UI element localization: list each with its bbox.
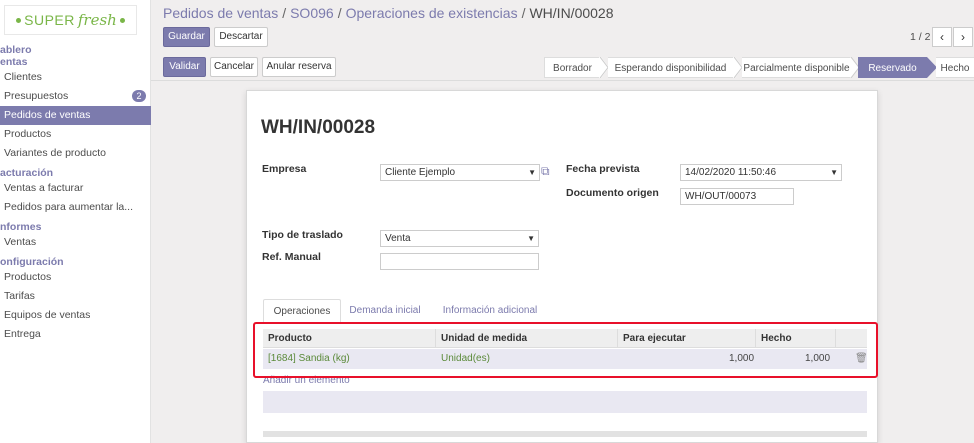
pager-next-button[interactable]: › xyxy=(953,27,973,47)
notebook-tabs: Operaciones Demanda inicial Información … xyxy=(263,299,867,324)
app-logo[interactable]: SUPER fresh xyxy=(4,5,137,35)
sidebar-item-label: Tarifas xyxy=(4,290,35,302)
status-bar: Borrador Esperando disponibilidad Parcia… xyxy=(544,57,974,78)
sidebar-item-label: Productos xyxy=(4,271,52,283)
chevron-left-icon: ‹ xyxy=(940,30,944,44)
pager-previous-button[interactable]: ‹ xyxy=(932,27,952,47)
pager-value: 1 / 2 xyxy=(910,31,931,43)
cancel-button[interactable]: Cancelar xyxy=(210,57,258,77)
sidebar-item-product-variants[interactable]: Variantes de producto xyxy=(0,144,151,163)
tab-demanda-inicial[interactable]: Demanda inicial xyxy=(345,299,425,324)
menu-section-configuration: onfiguración xyxy=(0,256,64,268)
stage-reserved[interactable]: Reservado xyxy=(858,57,927,78)
external-link-icon[interactable]: ⧉ xyxy=(541,164,550,179)
menu-section-sales[interactable]: entas xyxy=(0,56,151,68)
quotations-count-badge: 2 xyxy=(132,90,146,102)
ref-manual-input[interactable] xyxy=(380,253,539,270)
documento-origen-field[interactable]: WH/OUT/00073 xyxy=(680,188,794,205)
origen-value: WH/OUT/00073 xyxy=(685,191,757,202)
sidebar-item-delivery[interactable]: Entrega xyxy=(0,325,151,344)
sidebar-item-pricelists[interactable]: Tarifas xyxy=(0,287,151,306)
sidebar-item-label: Ventas xyxy=(4,236,37,248)
fecha-prevista-field[interactable]: 14/02/2020 11:50:46 ▼ xyxy=(680,164,842,181)
breadcrumb-separator: / xyxy=(521,5,526,21)
breadcrumb: Pedidos de ventas / SO096/Operaciones de e… xyxy=(163,5,614,21)
fecha-label: Fecha prevista xyxy=(566,163,640,175)
control-panel-divider xyxy=(151,80,974,81)
logo-dot-icon xyxy=(119,17,125,23)
sidebar-item-upselling[interactable]: Pedidos para aumentar la... xyxy=(0,198,151,217)
empresa-label: Empresa xyxy=(262,163,307,175)
empresa-select[interactable]: Cliente Ejemplo ▼ xyxy=(380,164,540,181)
sidebar-item-label: Presupuestos xyxy=(4,90,69,102)
sidebar-item-label: Entrega xyxy=(4,328,41,340)
sidebar-item-customers[interactable]: Clientes xyxy=(0,68,151,87)
sheet-bottom-bar xyxy=(263,431,867,437)
sidebar-item-label: Equipos de ventas xyxy=(4,309,91,321)
sidebar-menu: ablero entas Clientes Presupuestos 2 Pedi… xyxy=(0,44,151,344)
sidebar-item-label: Pedidos de ventas xyxy=(4,109,91,121)
save-button[interactable]: Guardar xyxy=(163,27,210,47)
origen-label: Documento origen xyxy=(566,187,659,199)
sidebar-item-label: Variantes de producto xyxy=(4,147,106,159)
logo-super-text: SUPER xyxy=(24,12,75,28)
sidebar-item-label: Pedidos para aumentar la... xyxy=(4,201,133,213)
highlight-box xyxy=(253,322,878,378)
menu-section-reports: nformes xyxy=(0,221,42,233)
page-title: WH/IN/00028 xyxy=(261,117,376,138)
sidebar-item-label: Productos xyxy=(4,128,52,140)
breadcrumb-so096[interactable]: SO096 xyxy=(290,5,334,21)
empresa-value: Cliente Ejemplo xyxy=(385,167,456,178)
form-sheet: WH/IN/00028 Empresa Cliente Ejemplo ▼ ⧉ F… xyxy=(246,90,878,443)
list-footer-row xyxy=(263,391,867,413)
sidebar-item-sales-orders[interactable]: Pedidos de ventas xyxy=(0,106,151,125)
sidebar-item-quotations[interactable]: Presupuestos 2 xyxy=(0,87,151,106)
logo-fresh-text: fresh xyxy=(77,11,117,29)
chevron-down-icon: ▼ xyxy=(528,168,536,177)
breadcrumb-separator: / xyxy=(282,5,287,21)
sidebar-item-config-products[interactable]: Productos xyxy=(0,268,151,287)
stage-waiting[interactable]: Esperando disponibilidad xyxy=(608,57,733,78)
sidebar-item-products[interactable]: Productos xyxy=(0,125,151,144)
chevron-down-icon: ▼ xyxy=(527,234,535,243)
breadcrumb-sales-orders[interactable]: Pedidos de ventas xyxy=(163,5,278,21)
discard-button[interactable]: Descartar xyxy=(214,27,268,47)
stage-done[interactable]: Hecho xyxy=(936,57,974,78)
logo-dot-icon xyxy=(16,17,22,23)
tab-operaciones[interactable]: Operaciones xyxy=(263,299,341,324)
sidebar-item-label: Ventas a facturar xyxy=(4,182,84,194)
breadcrumb-separator: / xyxy=(337,5,342,21)
sidebar-item-sales-teams[interactable]: Equipos de ventas xyxy=(0,306,151,325)
stage-partially-available[interactable]: Parcialmente disponible xyxy=(742,57,851,78)
fecha-value: 14/02/2020 11:50:46 xyxy=(685,167,777,178)
tab-informacion-adicional[interactable]: Información adicional xyxy=(431,299,549,324)
menu-section-invoicing: acturación xyxy=(0,167,54,179)
stage-draft[interactable]: Borrador xyxy=(544,57,600,78)
menu-section-dashboard[interactable]: ablero xyxy=(0,44,151,56)
sidebar-item-to-invoice[interactable]: Ventas a facturar xyxy=(0,179,151,198)
tipo-traslado-select[interactable]: Venta ▼ xyxy=(380,230,539,247)
tipo-traslado-label: Tipo de traslado xyxy=(262,229,343,241)
sidebar: SUPER fresh ablero entas Clientes Presup… xyxy=(0,0,151,443)
tipo-value: Venta xyxy=(385,233,411,244)
ref-manual-label: Ref. Manual xyxy=(262,251,321,263)
unreserve-button[interactable]: Anular reserva xyxy=(262,57,336,77)
chevron-down-icon: ▼ xyxy=(830,168,838,177)
sidebar-item-sales-report[interactable]: Ventas xyxy=(0,233,151,252)
validate-button[interactable]: Validar xyxy=(163,57,206,77)
breadcrumb-stock-operations[interactable]: Operaciones de existencias xyxy=(346,5,518,21)
sidebar-item-label: Clientes xyxy=(4,71,42,83)
breadcrumb-current: WH/IN/00028 xyxy=(529,5,614,21)
chevron-right-icon: › xyxy=(961,30,965,44)
